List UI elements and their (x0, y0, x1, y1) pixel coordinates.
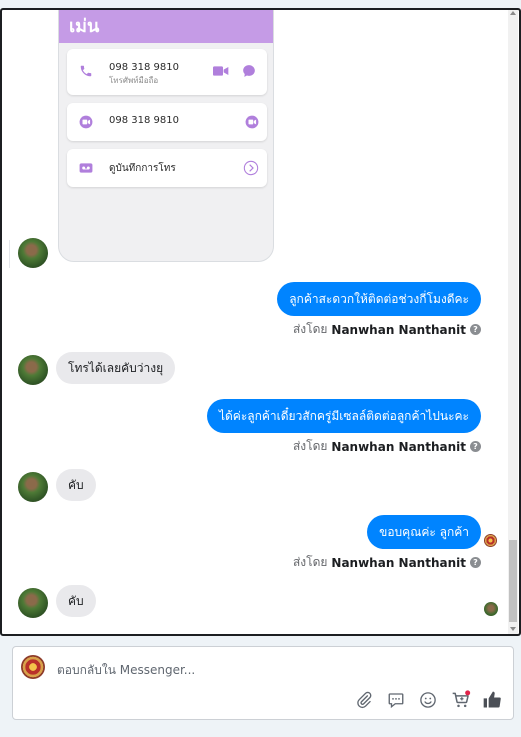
speech-bubble-icon[interactable] (385, 689, 407, 711)
scrollbar-thumb[interactable] (509, 540, 517, 622)
outgoing-message[interactable]: ลูกค้าสะดวกให้ติดต่อช่วงกี่โมงดีคะ (277, 282, 481, 316)
paperclip-icon[interactable] (353, 689, 375, 711)
conversation-panel[interactable]: เม่น 098 318 9810 โทรศัพท์มือถือ 098 318… (0, 8, 521, 636)
info-icon[interactable]: ? (470, 441, 481, 452)
call-history-label: ดูบันทึกการโทร (109, 163, 176, 174)
info-icon[interactable]: ? (470, 324, 481, 335)
customer-avatar[interactable] (18, 588, 48, 618)
incoming-message[interactable]: คับ (56, 585, 96, 617)
page-avatar (21, 655, 45, 679)
incoming-message[interactable]: คับ (56, 469, 96, 501)
card-header: เม่น (59, 10, 273, 43)
sender-name[interactable]: Nanwhan Nanthanit (331, 440, 466, 454)
sent-by-caption: ส่งโดย Nanwhan Nanthanit ? (293, 553, 481, 572)
mobile-number: 098 318 9810 (109, 62, 179, 73)
smiley-icon[interactable] (417, 689, 439, 711)
chevron-right-icon[interactable] (243, 160, 259, 176)
info-icon[interactable]: ? (470, 557, 481, 568)
incoming-message[interactable]: โทรได้เลยคับว่างยุ (56, 352, 176, 384)
mobile-label: โทรศัพท์มือถือ (109, 76, 159, 85)
card-header-title: เม่น (69, 16, 100, 37)
shared-contact-card[interactable]: เม่น 098 318 9810 โทรศัพท์มือถือ 098 318… (58, 10, 274, 262)
sender-name[interactable]: Nanwhan Nanthanit (331, 556, 466, 570)
outgoing-message[interactable]: ขอบคุณค่ะ ลูกค้า (367, 515, 481, 549)
seen-receipt-avatar (484, 602, 498, 616)
video-circle-icon[interactable] (245, 115, 259, 129)
phone-icon[interactable] (79, 64, 93, 78)
sent-by-prefix: ส่งโดย (292, 439, 328, 453)
video-number-row[interactable]: 098 318 9810 (67, 103, 267, 141)
scroll-up-arrow-icon[interactable] (510, 11, 516, 15)
page-seen-seal (484, 534, 497, 547)
video-call-icon[interactable] (213, 65, 229, 77)
conversation-edge-marker (2, 240, 10, 268)
scroll-down-arrow-icon[interactable] (510, 627, 516, 631)
outgoing-message[interactable]: ได้ค่ะลูกค้าเดี๋ยวสักครู่มีเซลล์ติดต่อลู… (206, 399, 481, 433)
scrollbar[interactable] (508, 10, 518, 634)
video-circle-icon[interactable] (79, 115, 93, 129)
sender-name[interactable]: Nanwhan Nanthanit (331, 323, 466, 337)
voicemail-icon (79, 163, 93, 173)
video-number: 098 318 9810 (109, 115, 179, 126)
sent-by-prefix: ส่งโดย (292, 322, 328, 336)
customer-avatar[interactable] (18, 238, 48, 268)
reply-input[interactable] (57, 659, 497, 681)
sent-by-caption: ส่งโดย Nanwhan Nanthanit ? (293, 437, 481, 456)
message-icon[interactable] (242, 64, 256, 78)
sent-by-caption: ส่งโดย Nanwhan Nanthanit ? (293, 320, 481, 339)
reply-composer (12, 646, 514, 720)
mobile-number-row[interactable]: 098 318 9810 โทรศัพท์มือถือ (67, 49, 267, 95)
messenger-inbox: เม่น 098 318 9810 โทรศัพท์มือถือ 098 318… (0, 0, 521, 737)
thumbs-up-icon[interactable] (481, 689, 503, 711)
cart-icon[interactable] (450, 689, 472, 711)
call-history-row[interactable]: ดูบันทึกการโทร (67, 149, 267, 187)
customer-avatar[interactable] (18, 355, 48, 385)
customer-avatar[interactable] (18, 472, 48, 502)
sent-by-prefix: ส่งโดย (292, 555, 328, 569)
